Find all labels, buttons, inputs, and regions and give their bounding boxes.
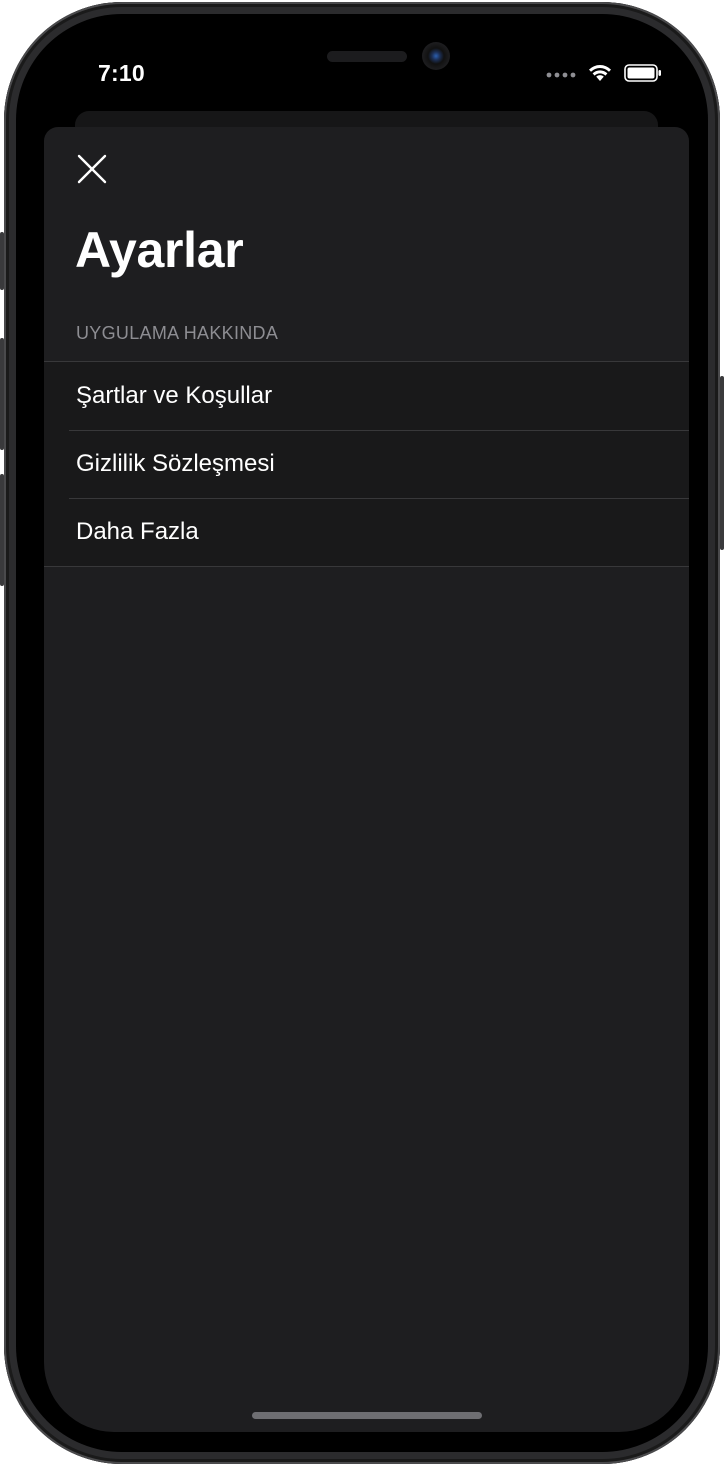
silent-switch (0, 232, 4, 290)
list-item-more[interactable]: Daha Fazla (44, 498, 689, 566)
list-item-privacy[interactable]: Gizlilik Sözleşmesi (44, 430, 689, 498)
list-item-terms[interactable]: Şartlar ve Koşullar (44, 362, 689, 430)
list-item-label: Gizlilik Sözleşmesi (76, 450, 275, 477)
list-item-label: Daha Fazla (76, 518, 199, 545)
wifi-icon (588, 64, 612, 87)
front-camera-icon (422, 42, 450, 70)
battery-icon (624, 63, 662, 87)
list-item-label: Şartlar ve Koşullar (76, 382, 273, 409)
home-indicator[interactable] (252, 1412, 482, 1419)
cellular-signal-icon (546, 66, 576, 84)
status-time: 7:10 (98, 60, 145, 86)
power-button (720, 376, 724, 550)
volume-up-button (0, 338, 4, 450)
close-icon (77, 154, 107, 189)
page-title: Ayarlar (75, 222, 244, 278)
phone-screen: 7:10 Ayarlar UYGULAMA HAKKINDA Şartlar v… (16, 14, 708, 1452)
earpiece-speaker (327, 51, 407, 62)
volume-down-button (0, 474, 4, 586)
settings-list: Şartlar ve Koşullar Gizlilik Sözleşmesi … (44, 361, 689, 567)
settings-sheet: Ayarlar UYGULAMA HAKKINDA Şartlar ve Koş… (44, 127, 689, 1432)
phone-frame: 7:10 Ayarlar UYGULAMA HAKKINDA Şartlar v… (0, 2, 724, 1464)
status-icons (546, 63, 662, 87)
section-header: UYGULAMA HAKKINDA (76, 323, 279, 343)
close-button[interactable] (74, 153, 110, 189)
